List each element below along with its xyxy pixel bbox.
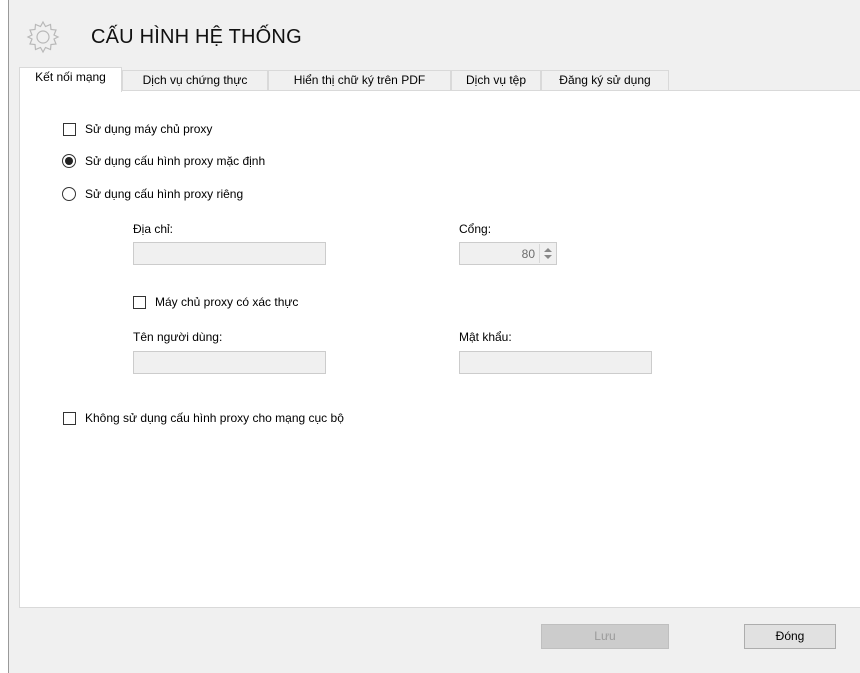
- bypass-local-checkbox[interactable]: [63, 411, 76, 425]
- bypass-local-option[interactable]: Không sử dụng cấu hình proxy cho mạng cụ…: [63, 411, 344, 425]
- gear-icon: [25, 19, 61, 55]
- port-stepper[interactable]: 80: [459, 242, 557, 265]
- tab-strip: Kết nối mạng Dịch vụ chứng thực Hiển thị…: [19, 67, 860, 92]
- spin-down-icon[interactable]: [544, 255, 552, 259]
- username-label: Tên người dùng:: [133, 330, 223, 344]
- use-proxy-label: Sử dụng máy chủ proxy: [85, 122, 213, 136]
- custom-proxy-label: Sử dụng cấu hình proxy riêng: [85, 187, 244, 201]
- spin-up-icon[interactable]: [544, 248, 552, 252]
- default-proxy-option[interactable]: Sử dụng cấu hình proxy mặc định: [62, 154, 265, 168]
- port-label: Cổng:: [459, 222, 492, 236]
- port-value: 80: [521, 247, 535, 261]
- custom-proxy-option[interactable]: Sử dụng cấu hình proxy riêng: [62, 187, 243, 201]
- settings-window: CẤU HÌNH HỆ THỐNG Kết nối mạng Dịch vụ c…: [8, 0, 860, 673]
- use-proxy-checkbox[interactable]: [63, 122, 76, 136]
- window-header: CẤU HÌNH HỆ THỐNG: [9, 0, 860, 66]
- tab-network[interactable]: Kết nối mạng: [19, 67, 122, 92]
- proxy-auth-checkbox[interactable]: [133, 295, 146, 309]
- close-button[interactable]: Đóng: [744, 624, 836, 649]
- use-proxy-option[interactable]: Sử dụng máy chủ proxy: [63, 122, 212, 136]
- save-button[interactable]: Lưu: [541, 624, 669, 649]
- proxy-auth-option[interactable]: Máy chủ proxy có xác thực: [133, 295, 298, 309]
- password-input[interactable]: [459, 351, 652, 374]
- address-label: Địa chỉ:: [133, 222, 174, 236]
- username-input[interactable]: [133, 351, 326, 374]
- bypass-local-label: Không sử dụng cấu hình proxy cho mạng cụ…: [85, 411, 344, 425]
- proxy-auth-label: Máy chủ proxy có xác thực: [155, 295, 299, 309]
- tab-file-service[interactable]: Dịch vụ tệp: [451, 70, 541, 91]
- network-settings-panel: Sử dụng máy chủ proxy Sử dụng cấu hình p…: [19, 90, 860, 608]
- spin-buttons[interactable]: [539, 244, 555, 263]
- default-proxy-radio[interactable]: [62, 154, 76, 168]
- password-label: Mật khẩu:: [459, 330, 512, 344]
- address-input[interactable]: [133, 242, 326, 265]
- default-proxy-label: Sử dụng cấu hình proxy mặc định: [85, 154, 266, 168]
- tab-certification-service[interactable]: Dịch vụ chứng thực: [122, 70, 268, 91]
- custom-proxy-radio[interactable]: [62, 187, 76, 201]
- window-title: CẤU HÌNH HỆ THỐNG: [91, 26, 302, 48]
- tab-registration[interactable]: Đăng ký sử dụng: [541, 70, 669, 91]
- tab-pdf-signature-display[interactable]: Hiển thị chữ ký trên PDF: [268, 70, 451, 91]
